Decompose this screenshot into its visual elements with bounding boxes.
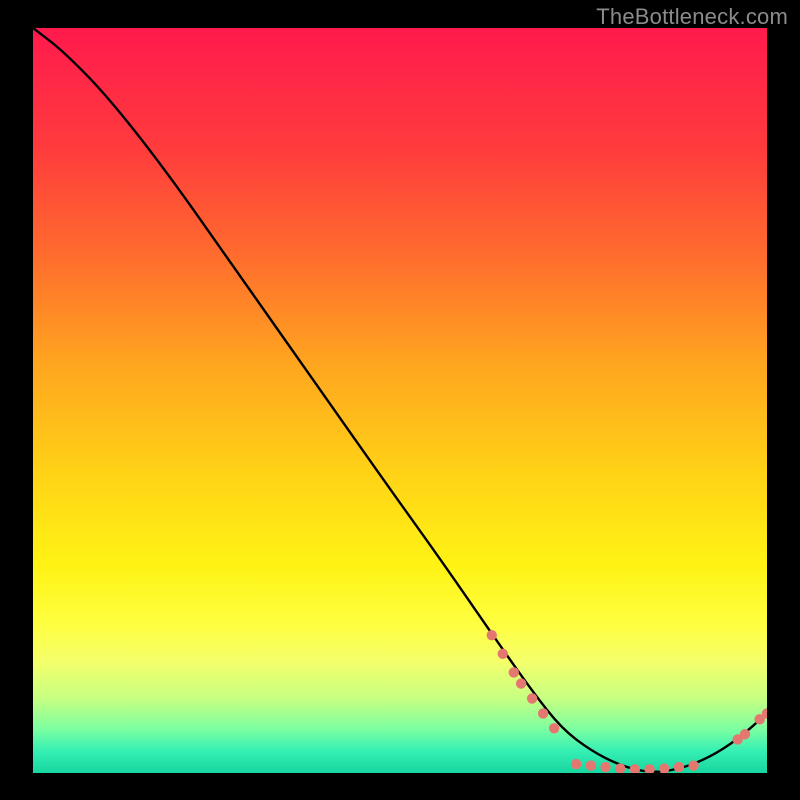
curve-marker (527, 693, 537, 703)
curve-marker (487, 630, 497, 640)
curve-marker (498, 649, 508, 659)
curve-marker (516, 678, 526, 688)
curve-marker (538, 708, 548, 718)
bottleneck-curve-chart (33, 28, 767, 773)
chart-frame: TheBottleneck.com (0, 0, 800, 800)
curve-marker (740, 729, 750, 739)
curve-marker (549, 723, 559, 733)
curve-marker (509, 667, 519, 677)
curve-marker (571, 759, 581, 769)
curve-marker (586, 760, 596, 770)
curve-marker (600, 762, 610, 772)
attribution-label: TheBottleneck.com (596, 4, 788, 30)
curve-marker (674, 762, 684, 772)
curve-marker (688, 760, 698, 770)
plot-area (33, 28, 767, 773)
